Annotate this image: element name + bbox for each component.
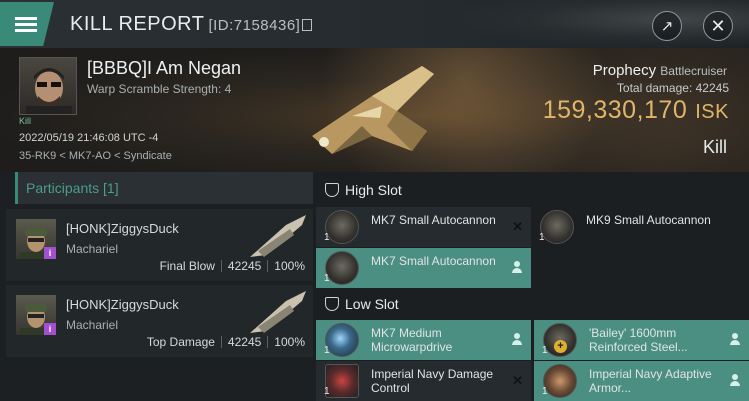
participant-stats: Top Damage 42245 100% xyxy=(147,335,305,349)
shield-icon xyxy=(325,297,339,311)
participant-name: [HONK]ZiggysDuck xyxy=(66,297,179,312)
item-name: MK7 Small Autocannon xyxy=(371,254,496,268)
kill-result: Kill xyxy=(702,137,727,157)
participant-stats: Final Blow 42245 100% xyxy=(160,259,305,273)
participant-row[interactable]: i [HONK]ZiggysDuck Machariel Final Blow 4… xyxy=(6,209,313,281)
microwarpdrive-icon xyxy=(325,323,359,357)
info-icon: i xyxy=(44,247,56,259)
info-icon: i xyxy=(44,323,56,335)
dropped-icon xyxy=(730,374,740,386)
item-name: MK7 Small Autocannon xyxy=(371,213,496,227)
item-name: MK7 Medium Microwarpdrive xyxy=(371,326,453,354)
share-button[interactable]: ↗ xyxy=(652,11,682,41)
participant-avatar: i xyxy=(16,295,56,336)
kill-summary: [BBBQ]I Am Negan Warp Scramble Strength:… xyxy=(0,48,749,172)
destroyed-icon: ✕ xyxy=(512,219,523,234)
item-name: Imperial Navy Adaptive Armor... xyxy=(589,367,712,395)
autocannon-icon xyxy=(325,210,359,244)
isk-unit: ISK xyxy=(695,101,729,123)
item-tile[interactable]: + 1 'Bailey' 1600mm Reinforced Steel... xyxy=(534,320,749,360)
isk-value: 159,330,170 ISK xyxy=(542,96,729,124)
dropped-icon xyxy=(512,333,522,345)
participant-role: Top Damage xyxy=(146,335,215,349)
participant-ship-image xyxy=(250,291,306,333)
total-damage: Total damage: 42245 xyxy=(616,81,729,95)
participant-damage: 42245 xyxy=(227,335,262,349)
autocannon-icon xyxy=(540,210,574,244)
autocannon-icon xyxy=(325,251,359,285)
participant-row[interactable]: i [HONK]ZiggysDuck Machariel Top Damage 4… xyxy=(6,285,313,357)
participant-ship: Machariel xyxy=(66,242,119,256)
item-tile[interactable]: 1 Imperial Navy Adaptive Armor... xyxy=(534,361,749,401)
participant-role: Final Blow xyxy=(159,259,215,273)
kill-tag: Kill xyxy=(19,116,32,126)
victim-portrait xyxy=(26,68,72,114)
share-icon: ↗ xyxy=(660,18,674,35)
low-slot-header: Low Slot xyxy=(321,289,399,319)
warp-scramble-strength: Warp Scramble Strength: 4 xyxy=(87,82,232,96)
item-tile[interactable]: 1 MK7 Small Autocannon ✕ xyxy=(316,207,531,247)
destroyed-icon: ✕ xyxy=(512,373,523,388)
item-name: Imperial Navy Damage Control xyxy=(371,367,494,395)
dropped-icon xyxy=(730,333,740,345)
copy-icon[interactable] xyxy=(302,19,313,31)
ship-class: Battlecruiser xyxy=(660,64,727,78)
participant-avatar: i xyxy=(16,219,56,260)
participants-header[interactable]: Participants [1] xyxy=(15,172,313,204)
victim-ship-image xyxy=(312,66,434,154)
participant-ship-image xyxy=(250,215,306,257)
victim-avatar[interactable] xyxy=(19,57,77,115)
close-button[interactable]: ✕ xyxy=(703,11,733,41)
item-name: 'Bailey' 1600mm Reinforced Steel... xyxy=(589,326,688,354)
item-tile[interactable]: 1 MK7 Medium Microwarpdrive xyxy=(316,320,531,360)
item-tile[interactable]: 1 Imperial Navy Damage Control ✕ xyxy=(316,361,531,401)
participant-percent: 100% xyxy=(274,335,305,349)
kill-location[interactable]: 35-RK9 < MK7-AO < Syndicate xyxy=(19,150,172,162)
victim-name[interactable]: [BBBQ]I Am Negan xyxy=(87,58,241,79)
kill-id: [ID:7158436] xyxy=(208,17,301,34)
participant-percent: 100% xyxy=(274,259,305,273)
damage-control-icon xyxy=(325,364,359,398)
item-tile[interactable]: 1 MK9 Small Autocannon xyxy=(531,207,746,247)
title-text: KILL REPORT xyxy=(70,13,205,35)
menu-icon xyxy=(15,17,37,20)
close-icon: ✕ xyxy=(710,15,726,36)
item-tile[interactable]: 1 MK7 Small Autocannon xyxy=(316,248,531,288)
fitting-panel: High Slot 1 MK7 Small Autocannon ✕ 1 MK9… xyxy=(313,172,749,401)
participant-damage: 42245 xyxy=(227,259,262,273)
page-title: KILL REPORT [ID:7158436] xyxy=(70,13,313,36)
participant-name: [HONK]ZiggysDuck xyxy=(66,221,179,236)
participants-panel: Participants [1] i [HONK]ZiggysDuck Mach… xyxy=(0,172,313,401)
item-name: MK9 Small Autocannon xyxy=(586,213,711,227)
shield-icon xyxy=(325,183,339,197)
dropped-icon xyxy=(512,261,522,273)
plus-icon: + xyxy=(554,340,567,353)
menu-button[interactable] xyxy=(0,2,54,46)
high-slot-header: High Slot xyxy=(321,175,402,205)
adaptive-armor-icon xyxy=(543,364,577,398)
header-bar: KILL REPORT [ID:7158436] ↗ ✕ xyxy=(0,0,749,48)
participant-ship: Machariel xyxy=(66,318,119,332)
kill-timestamp: 2022/05/19 21:46:08 UTC -4 xyxy=(19,132,159,144)
ship-name[interactable]: Prophecy Battlecruiser xyxy=(593,62,727,79)
